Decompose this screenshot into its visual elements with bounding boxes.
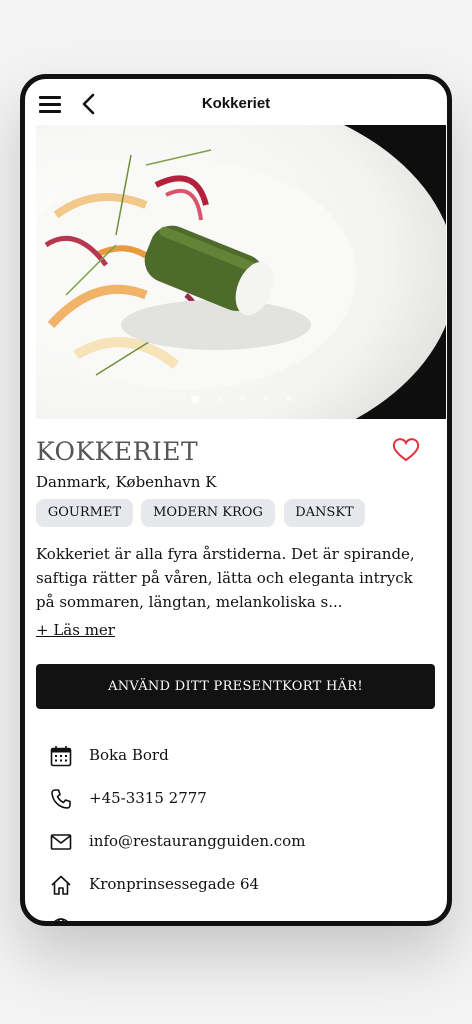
tag-chip[interactable]: DANSKT — [284, 499, 365, 527]
calendar-icon — [50, 746, 72, 767]
carousel-dot[interactable] — [240, 396, 245, 401]
hero-image-carousel[interactable] — [36, 125, 446, 419]
read-more-link[interactable]: + Läs mer — [36, 621, 115, 639]
book-table-label: Boka Bord — [89, 746, 169, 764]
top-bar: Kokkeriet — [25, 79, 447, 129]
dish-photo — [36, 125, 446, 419]
street-address: Kronprinsessegade 64 — [89, 875, 260, 893]
restaurant-description: Kokkeriet är alla fyra årstiderna. Det ä… — [36, 545, 415, 611]
carousel-dot[interactable] — [191, 394, 199, 403]
globe-icon — [54, 918, 68, 921]
back-arrow-icon[interactable] — [79, 92, 99, 116]
heart-icon[interactable] — [392, 437, 420, 463]
website-link: http://kokkeriet.dk/ — [89, 918, 236, 921]
hamburger-menu-icon[interactable] — [39, 96, 61, 114]
carousel-dot[interactable] — [286, 396, 291, 401]
phone-number: +45-3315 2777 — [89, 789, 207, 807]
tag-chip[interactable]: GOURMET — [36, 499, 133, 527]
carousel-dot[interactable] — [263, 396, 268, 401]
phone-icon — [51, 789, 71, 809]
carousel-dot[interactable] — [217, 396, 222, 401]
restaurant-name: KOKKERIET — [36, 437, 199, 466]
email-address: info@restaurangguiden.com — [89, 832, 306, 850]
mail-icon — [50, 834, 72, 850]
gift-card-button[interactable]: ANVÄND DITT PRESENTKORT HÄR! — [36, 664, 435, 709]
carousel-dots[interactable] — [36, 388, 446, 407]
tag-chip[interactable]: MODERN KROG — [141, 499, 275, 527]
home-icon — [51, 875, 71, 895]
restaurant-location: Danmark, København K — [36, 473, 217, 491]
phone-frame: Kokkeriet KOKKERIET Danmark, København K… — [20, 74, 452, 926]
